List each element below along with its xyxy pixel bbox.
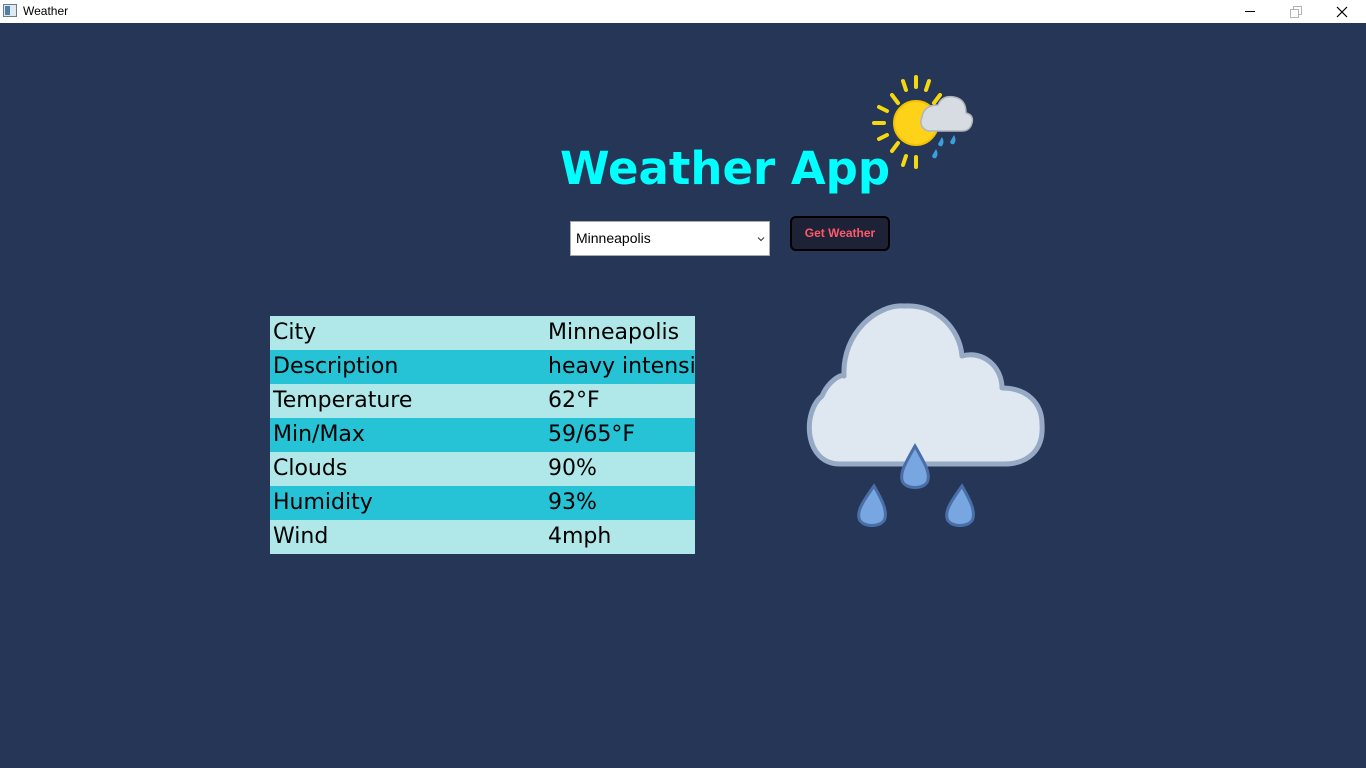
row-value: 90%	[548, 456, 597, 481]
row-value: 4mph	[548, 524, 612, 549]
sun-cloud-rain-icon	[872, 75, 974, 169]
app-title: Weather App	[560, 142, 891, 195]
minimize-button[interactable]	[1227, 0, 1273, 23]
close-button[interactable]	[1319, 0, 1365, 23]
row-label: Description	[273, 354, 399, 379]
row-label: Clouds	[273, 456, 348, 481]
row-value: 62°F	[548, 388, 600, 413]
table-row-humidity: Humidity 93%	[270, 486, 695, 520]
row-value: 59/65°F	[548, 422, 636, 447]
row-label: Min/Max	[273, 422, 365, 447]
city-select-value: Minneapolis	[576, 230, 651, 246]
row-value: heavy intensity	[548, 354, 695, 379]
row-label: Humidity	[273, 490, 373, 515]
weather-info-table: City Minneapolis Description heavy inten…	[270, 316, 695, 554]
table-row-min-max: Min/Max 59/65°F	[270, 418, 695, 452]
city-select[interactable]: Minneapolis	[570, 221, 770, 256]
maximize-icon	[1290, 6, 1302, 18]
table-row-description: Description heavy intensity	[270, 350, 695, 384]
window-title: Weather	[23, 4, 69, 18]
app-window-icon	[3, 4, 17, 17]
table-row-clouds: Clouds 90%	[270, 452, 695, 486]
table-row-temperature: Temperature 62°F	[270, 384, 695, 418]
get-weather-button[interactable]: Get Weather	[790, 216, 890, 251]
row-label: City	[273, 320, 317, 345]
table-row-wind: Wind 4mph	[270, 520, 695, 554]
row-label: Temperature	[273, 388, 413, 413]
minimize-icon	[1245, 11, 1255, 12]
chevron-down-icon	[757, 237, 765, 242]
row-value: Minneapolis	[548, 320, 680, 345]
close-icon	[1336, 6, 1348, 18]
row-value: 93%	[548, 490, 597, 515]
title-bar[interactable]: Weather	[0, 0, 1366, 23]
app-window: Weather Weather App Minneapolis Get Weat…	[0, 0, 1366, 768]
maximize-button[interactable]	[1273, 0, 1319, 23]
table-row-city: City Minneapolis	[270, 316, 695, 350]
cloud-rain-icon	[806, 303, 1045, 527]
row-label: Wind	[273, 524, 329, 549]
